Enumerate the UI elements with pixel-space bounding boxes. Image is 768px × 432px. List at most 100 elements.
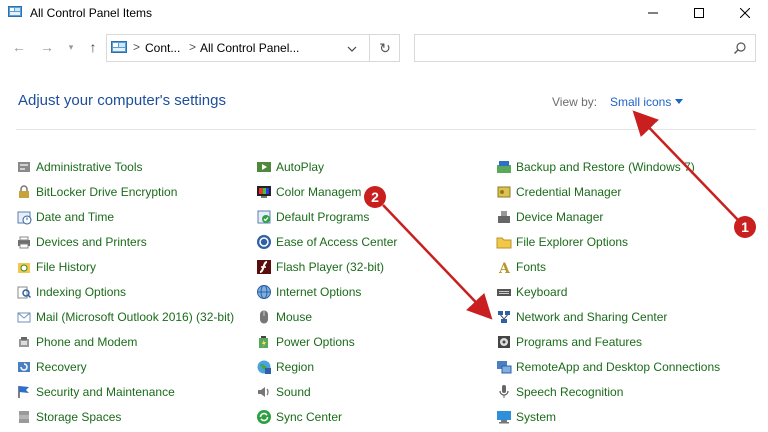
close-icon	[740, 8, 750, 18]
programs-icon	[496, 334, 512, 350]
control-panel-item-label: Default Programs	[276, 210, 370, 224]
chevron-down-icon[interactable]	[345, 42, 359, 56]
search-icon	[734, 42, 746, 54]
autoplay-icon	[256, 159, 272, 175]
control-panel-item-label: Indexing Options	[36, 285, 127, 299]
control-panel-item[interactable]: Security and Maintenance	[16, 382, 175, 402]
control-panel-item[interactable]: Device Manager	[496, 207, 603, 227]
annotation-badge-2: 2	[364, 186, 386, 208]
caret-down-icon[interactable]	[675, 99, 683, 104]
indexing-icon	[16, 284, 32, 300]
backup-icon	[496, 159, 512, 175]
fonts-icon: A	[496, 259, 512, 277]
title-bar: All Control Panel Items	[0, 0, 768, 26]
control-panel-item[interactable]: Administrative Tools	[16, 157, 143, 177]
region-icon	[256, 359, 272, 375]
control-panel-item[interactable]: Storage Spaces	[16, 407, 121, 427]
up-button[interactable]: ↑	[84, 38, 102, 56]
control-panel-item[interactable]: Keyboard	[496, 282, 567, 302]
control-panel-item[interactable]: Internet Options	[256, 282, 361, 302]
control-panel-item[interactable]: Mouse	[256, 307, 312, 327]
address-toolbar: ← → ▾ ↑ > Cont... > All Control Panel...…	[0, 30, 768, 66]
control-panel-icon	[8, 6, 22, 17]
control-panel-item[interactable]: File History	[16, 257, 96, 277]
control-panel-item[interactable]: Default Programs	[256, 207, 369, 227]
control-panel-item-label: Mail (Microsoft Outlook 2016) (32-bit)	[36, 310, 235, 324]
control-panel-item[interactable]: Color Managem	[256, 182, 361, 202]
forward-button[interactable]: →	[38, 38, 56, 56]
control-panel-item-label: Programs and Features	[516, 335, 643, 349]
remoteapp-icon	[496, 359, 512, 375]
ease-access-icon	[256, 234, 272, 250]
control-panel-item[interactable]: Flash Player (32-bit)	[256, 257, 384, 277]
sound-icon	[256, 384, 272, 400]
up-arrow-icon: ↑	[89, 39, 97, 55]
internet-icon	[256, 284, 272, 300]
control-panel-item-label: Flash Player (32-bit)	[276, 260, 385, 274]
back-arrow-icon: ←	[12, 39, 26, 55]
control-panel-item[interactable]: Ease of Access Center	[256, 232, 397, 252]
network-icon	[496, 309, 512, 325]
file-history-icon	[16, 259, 32, 275]
phone-modem-icon	[16, 334, 32, 350]
control-panel-item[interactable]: Speech Recognition	[496, 382, 623, 402]
control-panel-item[interactable]: BitLocker Drive Encryption	[16, 182, 177, 202]
view-by-label: View by:	[552, 95, 598, 109]
system-icon	[496, 409, 512, 425]
control-panel-item[interactable]: Phone and Modem	[16, 332, 137, 352]
back-button[interactable]: ←	[10, 38, 28, 56]
control-panel-item[interactable]: Credential Manager	[496, 182, 621, 202]
maximize-button[interactable]	[676, 0, 722, 26]
breadcrumb-separator: >	[133, 40, 141, 54]
control-panel-item[interactable]: System	[496, 407, 556, 427]
control-panel-item[interactable]: Sync Center	[256, 407, 342, 427]
control-panel-item[interactable]: File Explorer Options	[496, 232, 628, 252]
control-panel-item-label: Power Options	[276, 335, 355, 349]
control-panel-item-label: Administrative Tools	[36, 160, 143, 174]
keyboard-icon	[496, 284, 512, 300]
control-panel-item[interactable]: Indexing Options	[16, 282, 126, 302]
control-panel-item[interactable]: Programs and Features	[496, 332, 642, 352]
control-panel-item[interactable]: Devices and Printers	[16, 232, 147, 252]
storage-icon	[16, 409, 32, 425]
view-mode-dropdown[interactable]: Small icons	[610, 95, 671, 109]
annotation-arrow-2	[382, 204, 493, 320]
recent-locations-button[interactable]: ▾	[62, 38, 80, 56]
control-panel-item[interactable]: Mail (Microsoft Outlook 2016) (32-bit)	[16, 307, 234, 327]
control-panel-item-label: Sync Center	[276, 410, 343, 424]
close-button[interactable]	[722, 0, 768, 26]
address-bar[interactable]: > Cont... > All Control Panel... ↻	[106, 34, 400, 62]
annotation-badge-1: 1	[734, 216, 756, 238]
control-panel-item-label: File Explorer Options	[516, 235, 629, 249]
bitlocker-icon	[16, 184, 32, 200]
control-panel-item[interactable]: Power Options	[256, 332, 355, 352]
control-panel-item[interactable]: Recovery	[16, 357, 87, 377]
control-panel-item[interactable]: RemoteApp and Desktop Connections	[496, 357, 720, 377]
control-panel-item[interactable]: A Fonts	[496, 257, 546, 277]
control-panel-item[interactable]: AutoPlay	[256, 157, 324, 177]
breadcrumb-item[interactable]: Cont...	[145, 41, 180, 55]
control-panel-item[interactable]: Backup and Restore (Windows 7)	[496, 157, 695, 177]
default-programs-icon	[256, 209, 272, 225]
control-panel-item-label: AutoPlay	[276, 160, 325, 174]
control-panel-item[interactable]: Network and Sharing Center	[496, 307, 667, 327]
breadcrumb-separator: >	[189, 40, 197, 54]
control-panel-item[interactable]: Sound	[256, 382, 311, 402]
control-panel-item-label: Ease of Access Center	[276, 235, 398, 249]
control-panel-item[interactable]: Date and Time	[16, 207, 114, 227]
devices-printers-icon	[16, 234, 32, 250]
control-panel-item-label: Color Managem	[276, 185, 362, 199]
search-box[interactable]	[414, 34, 756, 62]
power-icon	[256, 334, 272, 350]
control-panel-item[interactable]: Region	[256, 357, 314, 377]
control-panel-item-label: Device Manager	[516, 210, 604, 224]
mail-icon	[16, 309, 32, 325]
control-panel-item-label: Recovery	[36, 360, 87, 374]
recovery-icon	[16, 359, 32, 375]
breadcrumb-item[interactable]: All Control Panel...	[200, 41, 299, 55]
window-title: All Control Panel Items	[30, 6, 153, 20]
refresh-button[interactable]: ↻	[369, 35, 400, 61]
search-input[interactable]	[421, 40, 721, 56]
minimize-button[interactable]	[630, 0, 676, 26]
forward-arrow-icon: →	[40, 39, 54, 55]
